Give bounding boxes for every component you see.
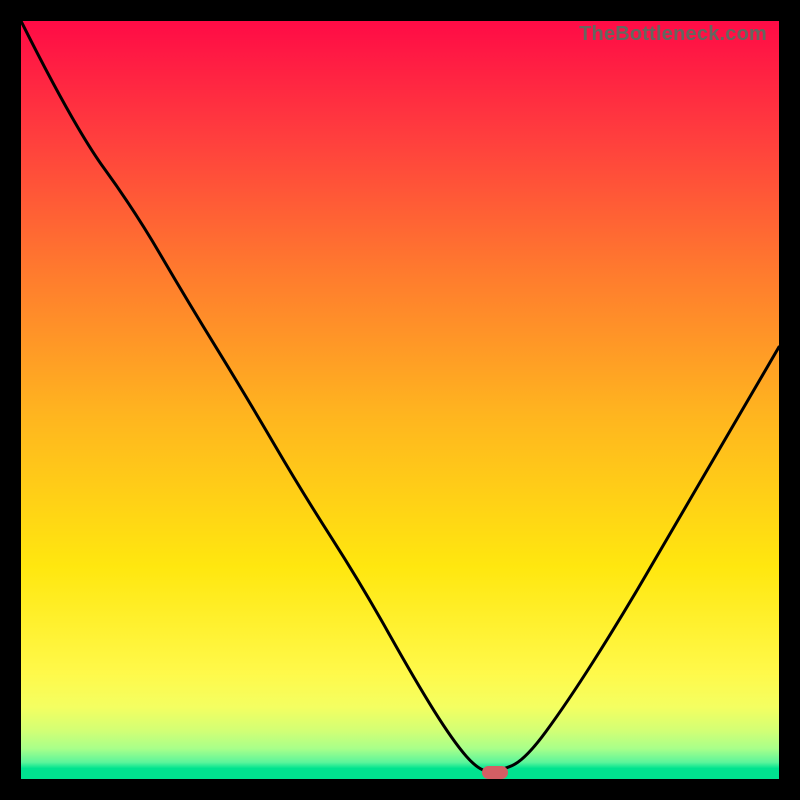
min-marker [482,766,508,779]
chart-frame: TheBottleneck.com [0,0,800,800]
plot-area: TheBottleneck.com [21,21,779,779]
curve-path [21,21,779,771]
curve-line [21,21,779,779]
